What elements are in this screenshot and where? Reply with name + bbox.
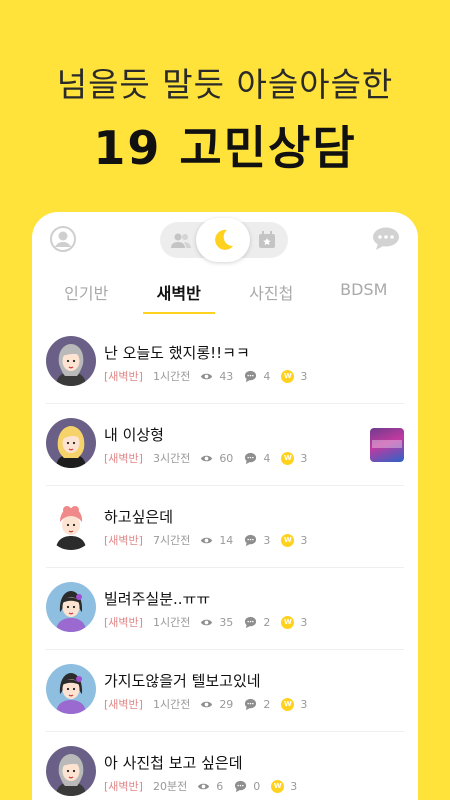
comment-count: 4 bbox=[263, 451, 271, 465]
avatar bbox=[46, 746, 96, 796]
person-icon bbox=[50, 226, 76, 252]
post-meta: [새벽반] 1시간전 43 4 W 3 bbox=[104, 368, 318, 384]
coin-count: 3 bbox=[300, 697, 308, 711]
post-meta: [새벽반] 1시간전 35 2 W 3 bbox=[104, 614, 318, 630]
comment-count: 2 bbox=[263, 697, 271, 711]
list-item[interactable]: 가지도않을거 텔보고있네 [새벽반] 1시간전 29 2 W 3 bbox=[46, 650, 404, 732]
tab-bdsm[interactable]: BDSM bbox=[318, 272, 411, 322]
list-item[interactable]: 내 이상형 [새벽반] 3시간전 60 4 W 3 bbox=[46, 404, 404, 486]
comment-count: 4 bbox=[263, 369, 271, 383]
list-item[interactable]: 빌려주실분..ㅠㅠ [새벽반] 1시간전 35 2 W 3 bbox=[46, 568, 404, 650]
chat-bubble-icon bbox=[373, 227, 399, 250]
coin-count: 3 bbox=[300, 451, 308, 465]
tab-dawn[interactable]: 새벽반 bbox=[133, 272, 226, 322]
avatar bbox=[46, 582, 96, 632]
comment-icon bbox=[245, 616, 257, 628]
comment-count: 0 bbox=[253, 779, 261, 793]
comment-icon bbox=[245, 370, 257, 382]
comment-count: 3 bbox=[263, 533, 271, 547]
chat-button[interactable] bbox=[372, 227, 400, 251]
post-thumbnail[interactable] bbox=[370, 428, 404, 462]
eye-icon bbox=[201, 455, 213, 461]
post-category-tag: [새벽반] bbox=[104, 780, 143, 793]
post-meta: [새벽반] 3시간전 60 4 W 3 bbox=[104, 450, 318, 466]
post-category-tag: [새벽반] bbox=[104, 370, 143, 383]
post-time: 1시간전 bbox=[152, 370, 191, 383]
eye-icon bbox=[201, 619, 213, 625]
mode-night-button[interactable] bbox=[196, 218, 250, 262]
avatar bbox=[46, 500, 96, 550]
post-list: 난 오늘도 했지롱!!ㅋㅋ [새벽반] 1시간전 43 4 W 3 내 이상형 … bbox=[32, 322, 418, 800]
eye-icon bbox=[201, 537, 213, 543]
comment-icon bbox=[245, 534, 257, 546]
view-count: 29 bbox=[219, 697, 234, 711]
post-title: 난 오늘도 했지롱!!ㅋㅋ bbox=[104, 344, 250, 362]
post-title: 빌려주실분..ㅠㅠ bbox=[104, 590, 211, 608]
coin-count: 3 bbox=[300, 369, 308, 383]
category-tabs: 인기반 새벽반 사진첩 BDSM bbox=[32, 272, 418, 322]
comment-count: 2 bbox=[263, 615, 271, 629]
post-meta: [새벽반] 7시간전 14 3 W 3 bbox=[104, 532, 318, 548]
coin-icon: W bbox=[281, 697, 295, 711]
list-item[interactable]: 하고싶은데 [새벽반] 7시간전 14 3 W 3 bbox=[46, 486, 404, 568]
post-title: 내 이상형 bbox=[104, 426, 164, 444]
promo-title: 19 고민상담 bbox=[93, 121, 357, 175]
post-time: 20분전 bbox=[152, 780, 188, 793]
coin-count: 3 bbox=[300, 533, 308, 547]
view-count: 14 bbox=[219, 533, 234, 547]
post-time: 1시간전 bbox=[152, 616, 191, 629]
view-count: 6 bbox=[216, 779, 224, 793]
post-category-tag: [새벽반] bbox=[104, 452, 143, 465]
avatar bbox=[46, 418, 96, 468]
eye-icon bbox=[201, 701, 213, 707]
coin-icon: W bbox=[281, 533, 295, 547]
post-category-tag: [새벽반] bbox=[104, 616, 143, 629]
coin-count: 3 bbox=[290, 779, 298, 793]
avatar bbox=[46, 664, 96, 714]
post-category-tag: [새벽반] bbox=[104, 698, 143, 711]
eye-icon bbox=[198, 783, 210, 789]
mode-calendar-button[interactable] bbox=[246, 222, 288, 258]
post-meta: [새벽반] 1시간전 29 2 W 3 bbox=[104, 696, 318, 712]
promo-headline: 넘을듯 말듯 아슬아슬한 bbox=[56, 65, 394, 104]
coin-icon: W bbox=[281, 369, 295, 383]
comment-icon bbox=[245, 698, 257, 710]
profile-button[interactable] bbox=[50, 226, 76, 252]
tab-popular[interactable]: 인기반 bbox=[40, 272, 133, 322]
list-item[interactable]: 아 사진첩 보고 싶은데 [새벽반] 20분전 6 0 W 3 bbox=[46, 732, 404, 800]
avatar bbox=[46, 336, 96, 386]
people-icon bbox=[171, 233, 191, 248]
post-title: 아 사진첩 보고 싶은데 bbox=[104, 754, 243, 772]
post-time: 7시간전 bbox=[152, 534, 191, 547]
comment-icon bbox=[245, 452, 257, 464]
view-count: 35 bbox=[219, 615, 234, 629]
eye-icon bbox=[201, 373, 213, 379]
coin-icon: W bbox=[281, 451, 295, 465]
post-title: 가지도않을거 텔보고있네 bbox=[104, 672, 261, 690]
post-time: 1시간전 bbox=[152, 698, 191, 711]
comment-icon bbox=[235, 780, 247, 792]
mode-toggle[interactable] bbox=[160, 218, 288, 262]
moon-icon bbox=[215, 229, 233, 250]
post-category-tag: [새벽반] bbox=[104, 534, 143, 547]
calendar-star-icon bbox=[259, 231, 275, 248]
post-time: 3시간전 bbox=[152, 452, 191, 465]
coin-icon: W bbox=[281, 615, 295, 629]
post-title: 하고싶은데 bbox=[104, 508, 174, 526]
view-count: 60 bbox=[219, 451, 234, 465]
coin-icon: W bbox=[271, 779, 285, 793]
tab-photos[interactable]: 사진첩 bbox=[225, 272, 318, 322]
list-item[interactable]: 난 오늘도 했지롱!!ㅋㅋ [새벽반] 1시간전 43 4 W 3 bbox=[46, 322, 404, 404]
view-count: 43 bbox=[219, 369, 234, 383]
coin-count: 3 bbox=[300, 615, 308, 629]
app-screen: 인기반 새벽반 사진첩 BDSM 난 오늘도 했지롱!!ㅋㅋ [새벽반] 1시간… bbox=[32, 212, 418, 800]
top-bar bbox=[32, 212, 418, 272]
post-meta: [새벽반] 20분전 6 0 W 3 bbox=[104, 778, 308, 794]
